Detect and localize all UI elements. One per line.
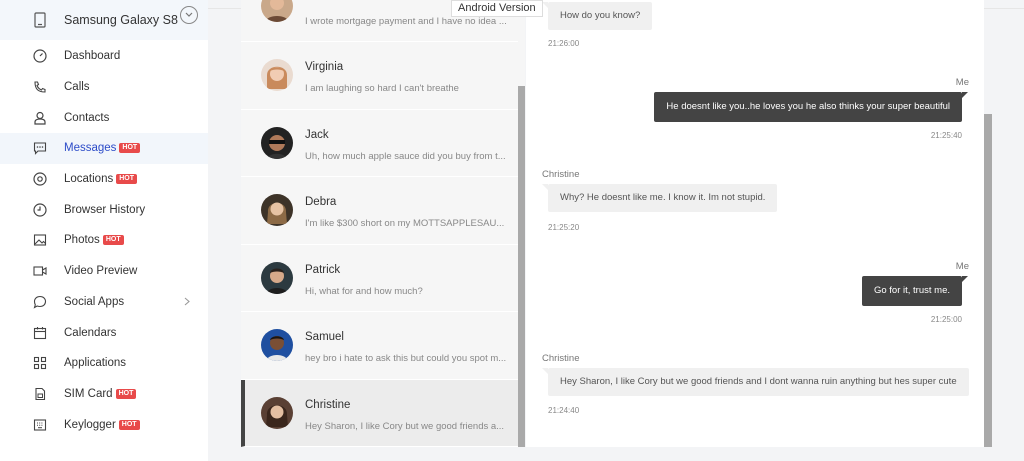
sidebar-item-contacts[interactable]: Contacts <box>0 102 208 133</box>
conversation-preview: I'm like $300 short on my MOTTSAPPLESAU.… <box>305 218 505 229</box>
conversation-name: Debra <box>305 196 337 208</box>
message-icon <box>32 140 48 156</box>
chat-scroll-thumb[interactable] <box>984 114 992 447</box>
hot-badge: HOT <box>118 419 140 430</box>
hot-badge: HOT <box>115 388 137 399</box>
calendar-icon <box>32 325 48 341</box>
conversation-item[interactable]: Jack Uh, how much apple sauce did you bu… <box>241 110 518 177</box>
conversation-item[interactable]: Patrick Hi, what for and how much? <box>241 245 518 312</box>
phone-icon <box>32 79 48 95</box>
sidebar-item-calendars[interactable]: Calendars <box>0 317 208 348</box>
incoming-message: Why? He doesnt like me. I know it. Im no… <box>541 184 778 212</box>
avatar <box>261 396 293 429</box>
message-sender: Me <box>955 261 969 272</box>
sidebar-item-label: Social Apps <box>64 295 125 308</box>
sidebar-item-label: Calls <box>64 81 90 94</box>
conversation-name: Virginia <box>305 61 344 73</box>
outgoing-message: Go for it, trust me. <box>861 276 969 306</box>
conversation-preview: Uh, how much apple sauce did you buy fro… <box>305 150 506 162</box>
conversation-preview: Hi, what for and how much? <box>305 285 423 297</box>
conversation-list-scroll-thumb[interactable] <box>518 86 525 447</box>
conversation-name: Patrick <box>305 263 341 276</box>
avatar <box>261 0 293 22</box>
chevron-down-icon <box>185 12 193 17</box>
message-sender: Christine <box>542 169 580 180</box>
gauge-icon <box>32 48 48 64</box>
conversation-preview: hey bro i hate to ask this but could you… <box>305 353 507 364</box>
sidebar-item-dashboard[interactable]: Dashboard <box>0 41 208 72</box>
message-time: 21:24:40 <box>548 406 580 415</box>
avatar <box>261 126 293 159</box>
chat-bubble-icon <box>32 294 48 310</box>
device-selector[interactable]: Samsung Galaxy S8 <box>0 0 208 40</box>
device-dropdown-toggle[interactable] <box>180 6 198 24</box>
hot-badge: HOT <box>119 143 141 154</box>
message-time: 21:25:20 <box>548 223 580 232</box>
avatar <box>261 261 293 294</box>
conversation-name: Samuel <box>305 331 344 343</box>
hot-badge: HOT <box>116 174 138 185</box>
sidebar-item-photos[interactable]: Photos HOT <box>0 225 208 256</box>
sidebar-item-video-preview[interactable]: Video Preview <box>0 256 208 287</box>
keyboard-icon <box>32 417 48 433</box>
location-icon <box>32 171 48 187</box>
sidebar-nav: Dashboard Calls Contacts Messages HOT Lo… <box>0 41 208 440</box>
conversation-preview: Hey Sharon, I like Cory but we good frie… <box>305 420 505 432</box>
sidebar-item-calls[interactable]: Calls <box>0 72 208 103</box>
avatar <box>261 59 293 91</box>
conversation-item[interactable]: Virginia I am laughing so hard I can't b… <box>241 42 518 110</box>
image-icon <box>32 232 48 248</box>
device-name: Samsung Galaxy S8 <box>64 13 178 27</box>
hot-badge: HOT <box>102 235 124 246</box>
sidebar-item-keylogger[interactable]: Keylogger HOT <box>0 409 208 440</box>
sidebar-item-applications[interactable]: Applications <box>0 348 208 379</box>
sidebar-item-label: Contacts <box>64 111 110 124</box>
sidebar-item-label: Video Preview <box>64 265 138 278</box>
sidebar-item-sim-card[interactable]: SIM Card HOT <box>0 379 208 410</box>
sidebar-item-browser-history[interactable]: Browser History <box>0 194 208 225</box>
sidebar-item-label: Applications <box>64 357 127 370</box>
conversation-preview: I am laughing so hard I can't breathe <box>305 83 459 94</box>
sidebar-item-label: Photos <box>64 234 100 247</box>
sidebar-item-label: Locations <box>64 173 114 186</box>
phone-device-icon <box>34 12 46 28</box>
avatar <box>261 329 293 361</box>
sidebar-item-label: Keylogger <box>64 418 116 431</box>
sim-card-icon <box>32 386 48 402</box>
conversation-item[interactable]: Samuel hey bro i hate to ask this but co… <box>241 312 518 380</box>
conversation-name: Christine <box>305 398 351 411</box>
conversation-preview: I wrote mortgage payment and I have no i… <box>305 16 507 27</box>
conversation-name: Jack <box>305 128 329 141</box>
sidebar-item-messages[interactable]: Messages HOT <box>0 133 208 164</box>
message-sender: Me <box>955 77 969 88</box>
sidebar-item-label: SIM Card <box>64 387 113 400</box>
conversation-item-active[interactable]: Christine Hey Sharon, I like Cory but we… <box>241 379 518 447</box>
avatar <box>261 194 293 226</box>
sidebar-item-social-apps[interactable]: Social Apps <box>0 287 208 318</box>
user-icon <box>32 110 48 126</box>
conversation-list: I wrote mortgage payment and I have no i… <box>241 0 518 447</box>
sidebar-item-label: Dashboard <box>64 50 121 63</box>
sidebar-item-locations[interactable]: Locations HOT <box>0 164 208 195</box>
chevron-right-icon <box>184 297 190 305</box>
sidebar-item-label: Calendars <box>64 326 117 339</box>
outgoing-message: He doesnt like you..he loves you he also… <box>654 92 968 122</box>
message-sender: Christine <box>542 353 580 364</box>
incoming-message: How do you know? <box>541 2 653 30</box>
sidebar-item-label: Messages <box>64 142 117 155</box>
message-time: 21:25:00 <box>930 315 962 324</box>
tooltip: Android Version <box>451 0 543 17</box>
message-time: 21:26:00 <box>548 39 580 48</box>
chat-panel: How do you know? 21:26:00 Me He doesnt l… <box>526 0 984 447</box>
conversation-item[interactable]: Debra I'm like $300 short on my MOTTSAPP… <box>241 177 518 245</box>
sidebar-item-label: Browser History <box>64 203 146 216</box>
message-time: 21:25:40 <box>930 131 962 140</box>
video-icon <box>32 263 48 279</box>
sidebar: Samsung Galaxy S8 Dashboard Calls Contac… <box>0 0 208 461</box>
clock-icon <box>32 202 48 218</box>
apps-grid-icon <box>32 355 48 371</box>
incoming-message: Hey Sharon, I like Cory but we good frie… <box>542 368 969 396</box>
